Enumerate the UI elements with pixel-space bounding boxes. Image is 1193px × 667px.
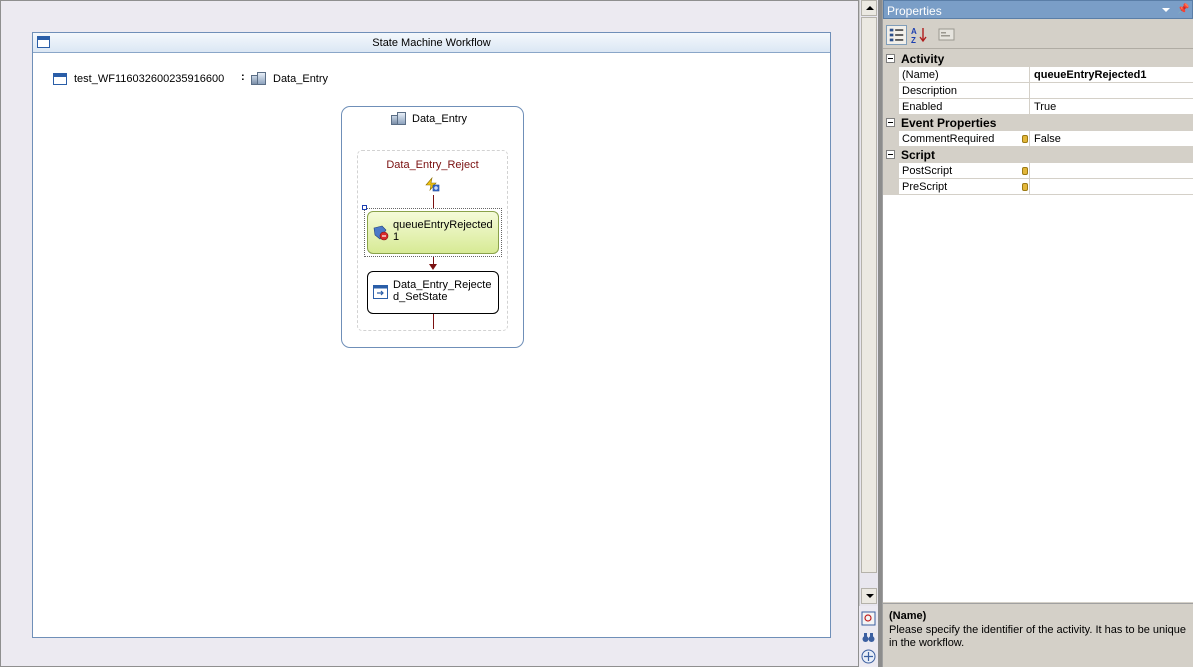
window-position-dropdown-icon[interactable] <box>1162 8 1170 12</box>
properties-titlebar: Properties 📌 <box>883 0 1193 19</box>
auto-hide-pin-icon[interactable]: 📌 <box>1177 4 1189 16</box>
arrow-down-icon <box>866 594 874 598</box>
event-driven-icon <box>425 176 440 192</box>
property-name[interactable]: CommentRequired <box>899 131 1030 147</box>
workflow-designer[interactable]: State Machine Workflow test_WF1160326002… <box>0 0 859 667</box>
row-margin <box>883 163 899 179</box>
properties-title: Properties <box>887 4 942 18</box>
workflow-name[interactable]: test_WF116032600235916600 <box>74 73 224 85</box>
property-value-comment-required[interactable]: False <box>1030 131 1193 147</box>
property-row-description[interactable]: Description <box>883 83 1193 99</box>
property-name[interactable]: PreScript <box>899 179 1030 195</box>
workflow-title: State Machine Workflow <box>372 37 491 49</box>
row-margin <box>883 131 899 147</box>
workflow-window-icon <box>53 73 67 85</box>
property-name[interactable]: (Name) <box>899 67 1030 83</box>
category-label: Event Properties <box>901 116 997 130</box>
state-title[interactable]: Data_Entry <box>412 113 467 125</box>
categorized-view-icon[interactable] <box>886 25 907 45</box>
properties-panel: Properties 📌 A Z Activity (Name) queueEn… <box>882 0 1193 667</box>
property-description-pane: (Name) Please specify the identifier of … <box>883 603 1193 667</box>
row-margin <box>883 99 899 115</box>
property-value-name[interactable]: queueEntryRejected1 <box>1030 67 1193 83</box>
handle-external-event-icon <box>373 225 389 241</box>
properties-toolbar: A Z <box>883 19 1193 49</box>
category-label: Script <box>901 148 936 162</box>
collapse-icon[interactable] <box>886 118 895 127</box>
row-margin <box>883 83 899 99</box>
property-value-post-script[interactable] <box>1030 163 1193 179</box>
workflow-header: State Machine Workflow <box>33 33 830 53</box>
svg-text:Z: Z <box>911 36 916 45</box>
property-name[interactable]: Description <box>899 83 1030 99</box>
connector-arrow <box>429 264 437 270</box>
arrow-up-icon <box>866 6 874 10</box>
state-machine-workflow[interactable]: State Machine Workflow test_WF1160326002… <box>32 32 831 638</box>
set-state-activity[interactable]: Data_Entry_Rejected_SetState <box>367 271 499 314</box>
pan-icon[interactable] <box>861 630 876 645</box>
event-driven-title[interactable]: Data_Entry_Reject <box>358 159 507 171</box>
designer-vertical-scrollbar[interactable] <box>859 0 878 606</box>
queue-entry-rejected-activity[interactable]: queueEntryRejected1 <box>367 211 499 254</box>
zoom-icon[interactable] <box>861 611 876 626</box>
category-label: Activity <box>901 52 945 66</box>
property-name[interactable]: PostScript <box>899 163 1030 179</box>
connector-line <box>433 314 434 329</box>
property-value-description[interactable] <box>1030 83 1193 99</box>
property-pages-icon[interactable] <box>936 25 957 45</box>
category-script[interactable]: Script <box>883 147 1193 163</box>
selection-handle[interactable] <box>362 205 367 210</box>
scroll-up-button[interactable] <box>861 0 877 16</box>
property-row-enabled[interactable]: Enabled True <box>883 99 1193 115</box>
collapse-icon[interactable] <box>886 54 895 63</box>
scroll-down-button[interactable] <box>861 588 877 604</box>
state-icon <box>391 112 407 126</box>
property-value-enabled[interactable]: True <box>1030 99 1193 115</box>
event-driven-activity[interactable]: Data_Entry_Reject queueEntryRejected1 Da… <box>357 150 508 331</box>
state-activity-data-entry[interactable]: Data_Entry Data_Entry_Reject queueEntryR… <box>341 106 524 348</box>
description-text: Please specify the identifier of the act… <box>889 624 1186 649</box>
collapse-icon[interactable] <box>886 150 895 159</box>
initial-state-name[interactable]: Data_Entry <box>273 73 328 85</box>
initial-state-separator: : <box>241 71 245 83</box>
designer-navigation-tools <box>859 606 878 667</box>
scrollbar-thumb[interactable] <box>861 17 877 573</box>
bind-property-icon <box>1022 167 1028 175</box>
activity-label: queueEntryRejected1 <box>393 219 493 243</box>
property-row-comment-required[interactable]: CommentRequired False <box>883 131 1193 147</box>
category-activity[interactable]: Activity <box>883 51 1193 67</box>
property-row-name[interactable]: (Name) queueEntryRejected1 <box>883 67 1193 83</box>
svg-text:A: A <box>911 27 917 36</box>
row-margin <box>883 67 899 83</box>
navigator-icon[interactable] <box>861 649 876 664</box>
property-grid[interactable]: Activity (Name) queueEntryRejected1 Desc… <box>883 51 1193 602</box>
connector-line <box>433 195 434 209</box>
set-state-icon <box>373 285 388 299</box>
activity-label: Data_Entry_Rejected_SetState <box>393 279 492 303</box>
property-row-pre-script[interactable]: PreScript <box>883 179 1193 195</box>
state-icon <box>251 72 267 86</box>
bind-property-icon <box>1022 135 1028 143</box>
property-row-post-script[interactable]: PostScript <box>883 163 1193 179</box>
category-event-properties[interactable]: Event Properties <box>883 115 1193 131</box>
bind-property-icon <box>1022 183 1028 191</box>
description-title: (Name) <box>889 610 927 622</box>
property-name[interactable]: Enabled <box>899 99 1030 115</box>
alphabetical-sort-icon[interactable]: A Z <box>909 25 930 45</box>
property-value-pre-script[interactable] <box>1030 179 1193 195</box>
row-margin <box>883 179 899 195</box>
